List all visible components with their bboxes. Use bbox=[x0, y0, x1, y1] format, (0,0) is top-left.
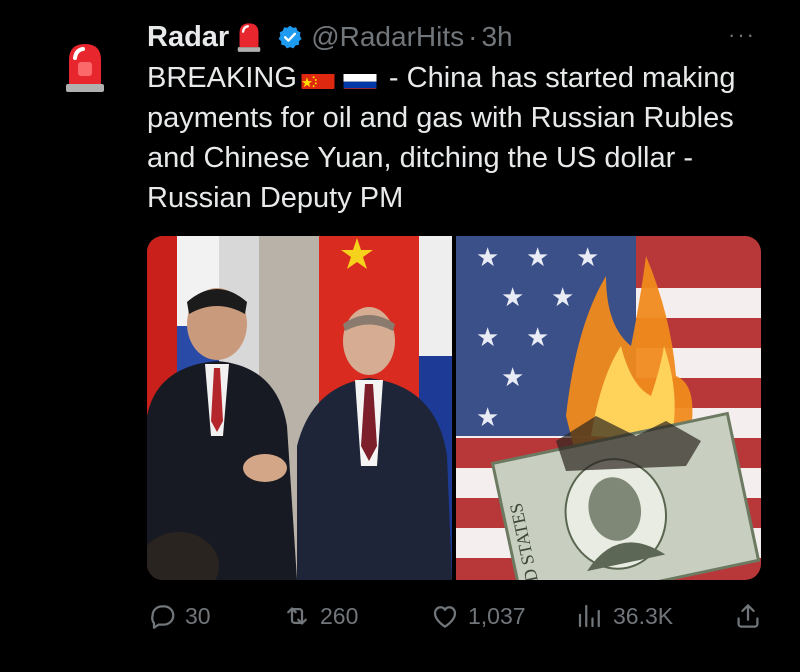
view-count: 36.3K bbox=[613, 602, 674, 629]
svg-text:★: ★ bbox=[476, 323, 499, 353]
svg-text:★: ★ bbox=[576, 243, 599, 273]
tweet-header: Radar @RadarHits · 3h bbox=[147, 18, 513, 56]
share-button[interactable] bbox=[733, 596, 771, 636]
analytics-icon bbox=[578, 604, 600, 628]
svg-text:★: ★ bbox=[476, 403, 499, 433]
repost-icon bbox=[287, 607, 307, 625]
repost-button[interactable]: 260 bbox=[282, 596, 358, 636]
repost-count: 260 bbox=[320, 602, 359, 629]
handshake-photo[interactable] bbox=[147, 236, 452, 580]
heart-icon bbox=[433, 606, 457, 628]
svg-text:★: ★ bbox=[501, 363, 524, 393]
svg-text:★: ★ bbox=[526, 323, 549, 353]
like-count: 1,037 bbox=[468, 602, 526, 629]
siren-icon bbox=[237, 23, 261, 52]
tweet-timestamp[interactable]: 3h bbox=[481, 21, 512, 53]
media-grid[interactable]: ★ ★ ★ ★ ★ ★ ★ ★ ★ ED STATES bbox=[147, 236, 761, 580]
svg-text:★: ★ bbox=[501, 283, 524, 313]
views-button[interactable]: 36.3K bbox=[575, 596, 673, 636]
svg-text:★: ★ bbox=[526, 243, 549, 273]
burning-dollar-photo[interactable]: ★ ★ ★ ★ ★ ★ ★ ★ ★ ED STATES bbox=[456, 236, 761, 580]
separator-dot: · bbox=[468, 21, 478, 52]
svg-text:★: ★ bbox=[476, 243, 499, 273]
avatar[interactable] bbox=[62, 40, 108, 94]
siren-icon bbox=[66, 44, 104, 92]
action-bar: 30 260 1,037 36.3K bbox=[147, 596, 761, 636]
reply-button[interactable]: 30 bbox=[147, 596, 211, 636]
more-options-icon[interactable]: ··· bbox=[722, 24, 762, 50]
svg-text:★: ★ bbox=[551, 283, 574, 313]
tweet-text: BREAKING - China has started making paym… bbox=[147, 58, 767, 218]
author-name[interactable]: Radar bbox=[147, 21, 229, 54]
russia-flag-icon bbox=[343, 67, 377, 89]
author-handle[interactable]: @RadarHits bbox=[311, 21, 464, 53]
reply-icon bbox=[151, 605, 175, 629]
share-icon bbox=[737, 604, 759, 628]
verified-badge-icon bbox=[278, 25, 302, 49]
china-flag-icon bbox=[301, 67, 335, 89]
breaking-label: BREAKING bbox=[147, 62, 297, 94]
like-button[interactable]: 1,037 bbox=[430, 596, 526, 636]
reply-count: 30 bbox=[185, 602, 211, 629]
